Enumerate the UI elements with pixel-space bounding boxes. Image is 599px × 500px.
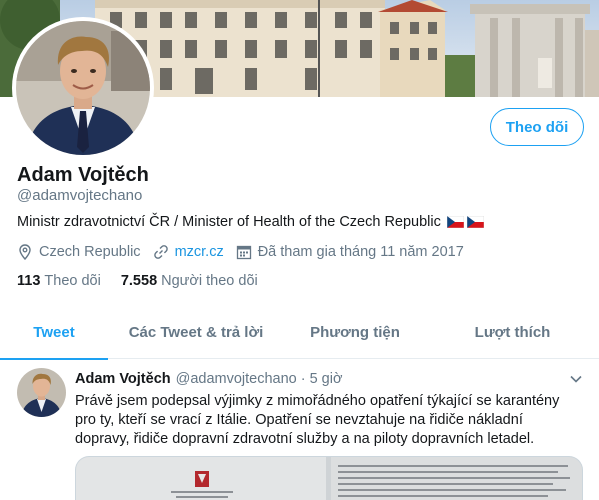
location-pin-icon: [17, 244, 33, 260]
tab-tweets-and-replies[interactable]: Các Tweet & trả lời: [108, 305, 284, 359]
tab-tweets[interactable]: Tweet: [0, 305, 108, 360]
followers-count: 7.558: [120, 273, 158, 289]
chevron-down-icon[interactable]: [569, 372, 583, 386]
following-label: Theo dõi: [44, 273, 101, 289]
tweet-separator: ·: [300, 371, 306, 387]
profile-display-name: Adam Vojtěch: [17, 164, 149, 186]
profile-avatar[interactable]: [12, 17, 154, 159]
joined-text: Đã tham gia tháng 11 năm 2017: [257, 244, 464, 260]
tweet-header: Adam Vojtěch @adamvojtechano · 5 giờ: [75, 371, 342, 387]
link-icon: [153, 244, 169, 260]
tweet-text: Právě jsem podepsal výjimky z mimořádnéh…: [75, 393, 560, 447]
tweet[interactable]: Adam Vojtěch @adamvojtechano · 5 giờ Prá…: [0, 360, 599, 500]
profile-stats: 113 Theo dõi 7.558 Người theo dõi: [17, 273, 278, 289]
tweet-author-name[interactable]: Adam Vojtěch: [75, 371, 171, 387]
tweet-timestamp[interactable]: 5 giờ: [310, 371, 343, 387]
calendar-icon: [236, 244, 252, 260]
profile-bio: Ministr zdravotnictví ČR / Minister of H…: [17, 214, 484, 230]
profile-meta: Czech Republic mzcr.cz Đã tham gia tháng…: [17, 244, 476, 260]
profile-website[interactable]: mzcr.cz: [153, 244, 224, 260]
profile-location: Czech Republic: [17, 244, 141, 260]
followers-stat[interactable]: 7.558 Người theo dõi: [121, 273, 258, 289]
follow-button[interactable]: Theo dõi: [490, 108, 584, 146]
location-text: Czech Republic: [39, 244, 141, 260]
bio-text: Ministr zdravotnictví ČR / Minister of H…: [17, 214, 441, 230]
profile-tabs: Tweet Các Tweet & trả lời Phương tiện Lư…: [0, 305, 599, 360]
tab-media[interactable]: Phương tiện: [284, 305, 426, 359]
tweet-author-handle[interactable]: @adamvojtechano: [176, 371, 297, 387]
following-stat[interactable]: 113 Theo dõi: [17, 273, 101, 289]
followers-label: Người theo dõi: [161, 273, 258, 289]
tweet-media-image[interactable]: [75, 456, 583, 500]
czech-flag-icon: [446, 216, 464, 228]
website-link[interactable]: mzcr.cz: [175, 244, 224, 260]
tweet-avatar[interactable]: [17, 368, 66, 417]
following-count: 113: [17, 273, 41, 289]
tab-likes[interactable]: Lượt thích: [426, 305, 599, 359]
czech-flag-icon: [466, 216, 484, 228]
profile-handle: @adamvojtechano: [17, 187, 143, 204]
profile-joined: Đã tham gia tháng 11 năm 2017: [236, 244, 464, 260]
